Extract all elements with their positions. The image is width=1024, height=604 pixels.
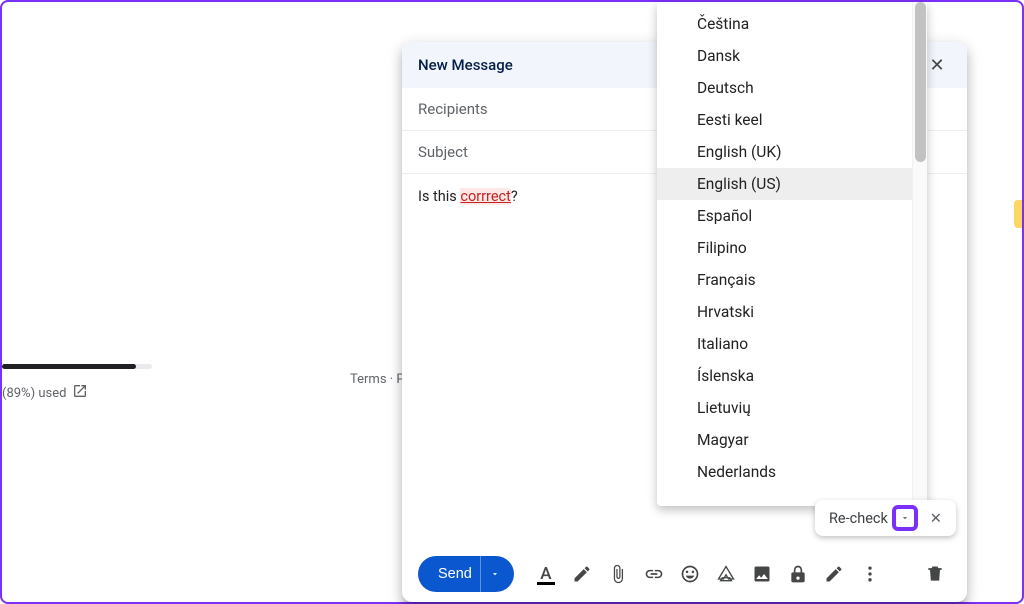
recheck-label[interactable]: Re-check [829,510,888,527]
pen-icon[interactable] [566,558,598,590]
send-more-options[interactable] [480,556,510,592]
language-option[interactable]: Čeština [657,8,912,40]
language-option[interactable]: English (US) [657,168,912,200]
language-scrollbar-thumb[interactable] [915,2,926,162]
emoji-icon[interactable] [674,558,706,590]
language-option[interactable]: Français [657,264,912,296]
send-button[interactable]: Send [418,556,514,592]
language-scrollbar[interactable] [912,2,927,506]
signature-icon[interactable] [818,558,850,590]
language-list[interactable]: ČeštinaDanskDeutschEesti keelEnglish (UK… [657,2,912,506]
send-label: Send [438,566,472,582]
storage-usage-section: (89%) used [2,364,162,403]
close-icon[interactable]: ✕ [923,51,951,79]
spelling-error-word[interactable]: corrrect [460,188,511,205]
language-option[interactable]: Íslenska [657,360,912,392]
body-text-suffix: ? [511,188,518,205]
language-option[interactable]: Eesti keel [657,104,912,136]
more-options-icon[interactable] [854,558,886,590]
language-option[interactable]: Dansk [657,40,912,72]
language-dropdown-menu: ČeštinaDanskDeutschEesti keelEnglish (UK… [657,2,927,506]
language-option[interactable]: Hrvatski [657,296,912,328]
recheck-caret-highlight[interactable] [892,505,918,531]
language-option[interactable]: Nederlands [657,456,912,488]
drive-icon[interactable] [710,558,742,590]
formatting-icon[interactable]: A [530,558,562,590]
compose-title: New Message [418,56,513,74]
confidential-lock-icon[interactable] [782,558,814,590]
language-option[interactable]: Lietuvių [657,392,912,424]
language-option[interactable]: Magyar [657,424,912,456]
discard-trash-icon[interactable] [919,558,951,590]
language-option[interactable]: Filipino [657,232,912,264]
recheck-close-icon[interactable]: ✕ [924,506,948,530]
insert-image-icon[interactable] [746,558,778,590]
language-option[interactable]: Italiano [657,328,912,360]
footer-terms-link[interactable]: Terms [350,372,387,387]
language-option[interactable]: Deutsch [657,72,912,104]
storage-progress-bar [2,364,152,369]
storage-used-label: (89%) used [2,386,66,401]
attach-icon[interactable] [602,558,634,590]
storage-progress-fill [2,364,136,369]
recheck-popup: Re-check ✕ [815,500,956,536]
language-option[interactable]: Español [657,200,912,232]
link-icon[interactable] [638,558,670,590]
language-option[interactable]: English (UK) [657,136,912,168]
body-text-prefix: Is this [418,188,460,205]
right-edge-indicator [1014,200,1022,228]
open-in-new-icon[interactable] [72,383,88,403]
compose-toolbar: Send A [402,546,967,602]
